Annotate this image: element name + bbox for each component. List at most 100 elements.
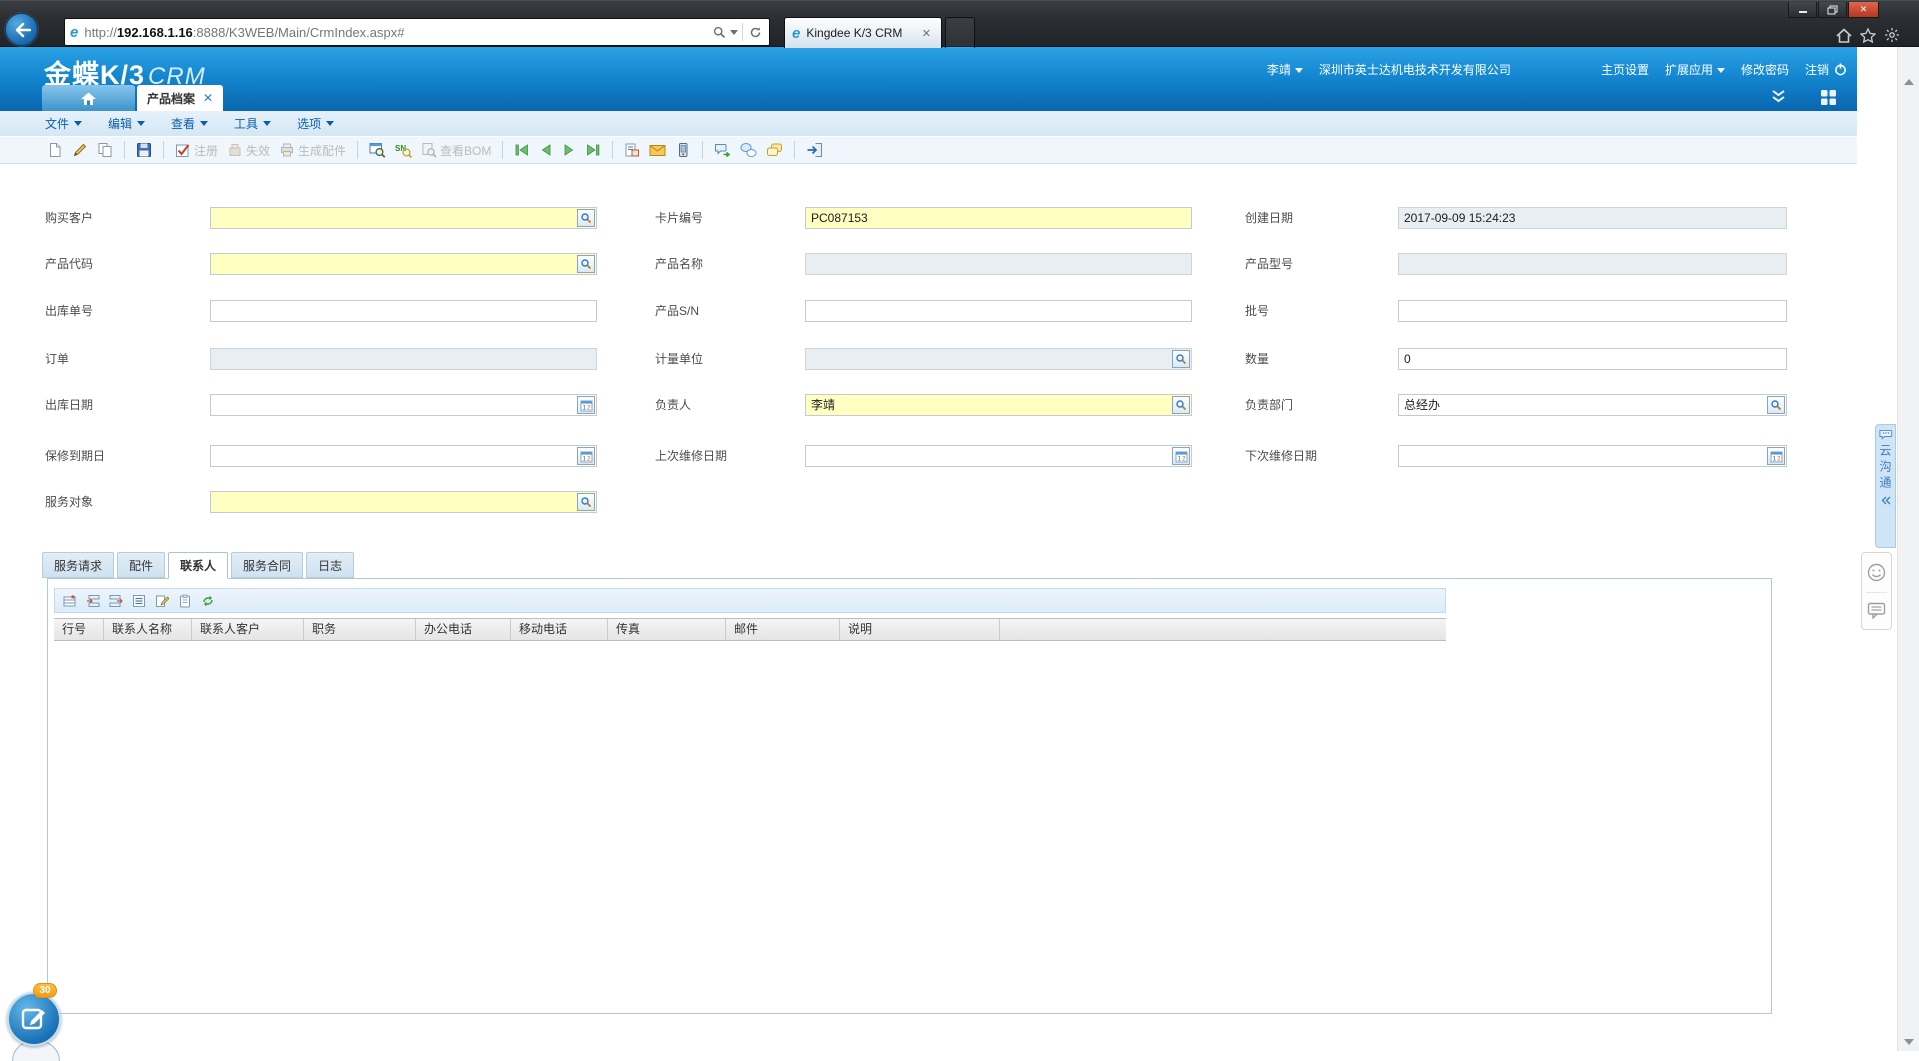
first-record-button[interactable]: [512, 141, 532, 159]
zoom-window-button[interactable]: [367, 140, 388, 160]
tab-close-icon[interactable]: ✕: [919, 26, 934, 41]
calendar-icon[interactable]: 12: [1172, 447, 1190, 465]
insert-row-button[interactable]: [83, 591, 102, 610]
phone-button[interactable]: [673, 140, 693, 160]
calendar-icon[interactable]: 12: [1767, 447, 1785, 465]
tab-product-archive[interactable]: 产品档案 ✕: [137, 85, 223, 111]
edit-row-button[interactable]: [152, 591, 171, 610]
menu-edit[interactable]: 编辑: [108, 115, 145, 132]
home-settings-link[interactable]: 主页设置: [1601, 61, 1649, 78]
search-icon[interactable]: [710, 21, 728, 43]
lookup-icon[interactable]: [1767, 396, 1785, 414]
tab-contacts[interactable]: 联系人: [168, 552, 228, 579]
refresh-icon[interactable]: [746, 21, 764, 43]
apps-grid-icon[interactable]: [1820, 89, 1837, 105]
view-bom-button[interactable]: 查看BOM: [419, 140, 493, 161]
logout-link[interactable]: 注销: [1805, 61, 1847, 78]
col-contact-name[interactable]: 联系人名称: [104, 619, 192, 640]
menu-view[interactable]: 查看: [171, 115, 208, 132]
extensions-menu[interactable]: 扩展应用: [1665, 61, 1725, 78]
send-message-button[interactable]: [712, 140, 733, 160]
prev-record-button[interactable]: [537, 141, 555, 159]
col-remark[interactable]: 说明: [840, 619, 1000, 640]
refresh-button[interactable]: [198, 591, 217, 610]
col-fax[interactable]: 传真: [608, 619, 726, 640]
menu-tools[interactable]: 工具: [234, 115, 271, 132]
menu-options[interactable]: 选项: [297, 115, 334, 132]
warranty-expiry-input[interactable]: 12: [210, 445, 597, 467]
next-record-button[interactable]: [560, 141, 578, 159]
browser-tab[interactable]: e Kingdee K/3 CRM ✕: [784, 17, 942, 48]
tab-parts[interactable]: 配件: [117, 552, 165, 578]
smiley-icon[interactable]: [1867, 563, 1886, 582]
col-email[interactable]: 邮件: [726, 619, 840, 640]
col-title[interactable]: 职务: [304, 619, 416, 640]
save-button[interactable]: [134, 140, 154, 160]
product-sn-input[interactable]: [805, 300, 1192, 322]
back-button[interactable]: [5, 13, 38, 46]
edit-record-button[interactable]: [70, 140, 90, 160]
close-button[interactable]: ✕: [1848, 2, 1879, 18]
chat-history-button[interactable]: [764, 140, 785, 160]
owner-input[interactable]: 李靖: [805, 394, 1192, 416]
batch-no-input[interactable]: [1398, 300, 1787, 322]
buyer-input[interactable]: [210, 207, 597, 229]
close-icon[interactable]: ✕: [203, 91, 213, 105]
scroll-up-icon[interactable]: [1904, 79, 1914, 85]
col-mobile-phone[interactable]: 移动电话: [511, 619, 608, 640]
calendar-icon[interactable]: 12: [577, 447, 595, 465]
copy-record-button[interactable]: [95, 140, 115, 160]
view-detail-button[interactable]: [129, 591, 148, 610]
home-tab[interactable]: [42, 85, 135, 111]
scroll-down-icon[interactable]: [1904, 1039, 1914, 1045]
search-dropdown-icon[interactable]: [728, 21, 739, 43]
favorites-star-icon[interactable]: [1860, 28, 1876, 43]
calendar-icon[interactable]: 12: [577, 396, 595, 414]
tab-service-requests[interactable]: 服务请求: [42, 552, 114, 578]
col-row-no[interactable]: 行号: [54, 619, 104, 640]
lookup-icon[interactable]: [1172, 350, 1190, 368]
last-service-date-input[interactable]: 12: [805, 445, 1192, 467]
url-text[interactable]: http://192.168.1.16:8888/K3WEB/Main/CrmI…: [84, 25, 710, 40]
col-contact-customer[interactable]: 联系人客户: [192, 619, 304, 640]
product-code-input[interactable]: [210, 253, 597, 275]
restore-button[interactable]: [1818, 2, 1847, 18]
chat-button[interactable]: [738, 140, 759, 160]
page-scrollbar[interactable]: [1897, 47, 1919, 1051]
email-button[interactable]: [647, 141, 668, 159]
card-no-input[interactable]: PC087153: [805, 207, 1192, 229]
home-icon[interactable]: [1836, 28, 1852, 43]
current-user-menu[interactable]: 李靖: [1267, 61, 1303, 78]
lookup-icon[interactable]: [1172, 396, 1190, 414]
outbound-no-input[interactable]: [210, 300, 597, 322]
lookup-icon[interactable]: [577, 209, 595, 227]
cloud-chat-tab[interactable]: 云沟通: [1875, 424, 1896, 548]
menu-file[interactable]: 文件: [45, 115, 82, 132]
copy-row-button[interactable]: [175, 591, 194, 610]
report-card-button[interactable]: [622, 140, 642, 160]
address-bar[interactable]: e http://192.168.1.16:8888/K3WEB/Main/Cr…: [64, 18, 770, 46]
quantity-input[interactable]: 0: [1398, 348, 1787, 370]
invalidate-button[interactable]: 失效: [225, 140, 272, 161]
owner-dept-input[interactable]: 总经办: [1398, 394, 1787, 416]
exit-button[interactable]: [804, 140, 825, 160]
generate-parts-button[interactable]: 生成配件: [277, 140, 348, 161]
quick-note-button[interactable]: [7, 992, 61, 1046]
col-office-phone[interactable]: 办公电话: [416, 619, 511, 640]
feedback-comment-icon[interactable]: [1867, 602, 1886, 619]
delete-row-button[interactable]: [106, 591, 125, 610]
sn-search-button[interactable]: SN: [393, 140, 414, 160]
outbound-date-input[interactable]: 12: [210, 394, 597, 416]
minimize-button[interactable]: [1788, 2, 1817, 18]
lookup-icon[interactable]: [577, 255, 595, 273]
change-password-link[interactable]: 修改密码: [1741, 61, 1789, 78]
register-button[interactable]: 注册: [173, 140, 220, 161]
add-row-button[interactable]: *: [60, 591, 79, 610]
new-record-button[interactable]: [45, 140, 65, 160]
next-service-date-input[interactable]: 12: [1398, 445, 1787, 467]
collapse-double-chevron-icon[interactable]: [1770, 89, 1787, 104]
lookup-icon[interactable]: [577, 493, 595, 511]
service-target-input[interactable]: [210, 491, 597, 513]
tab-logs[interactable]: 日志: [306, 552, 354, 578]
new-tab-button[interactable]: [945, 17, 975, 48]
